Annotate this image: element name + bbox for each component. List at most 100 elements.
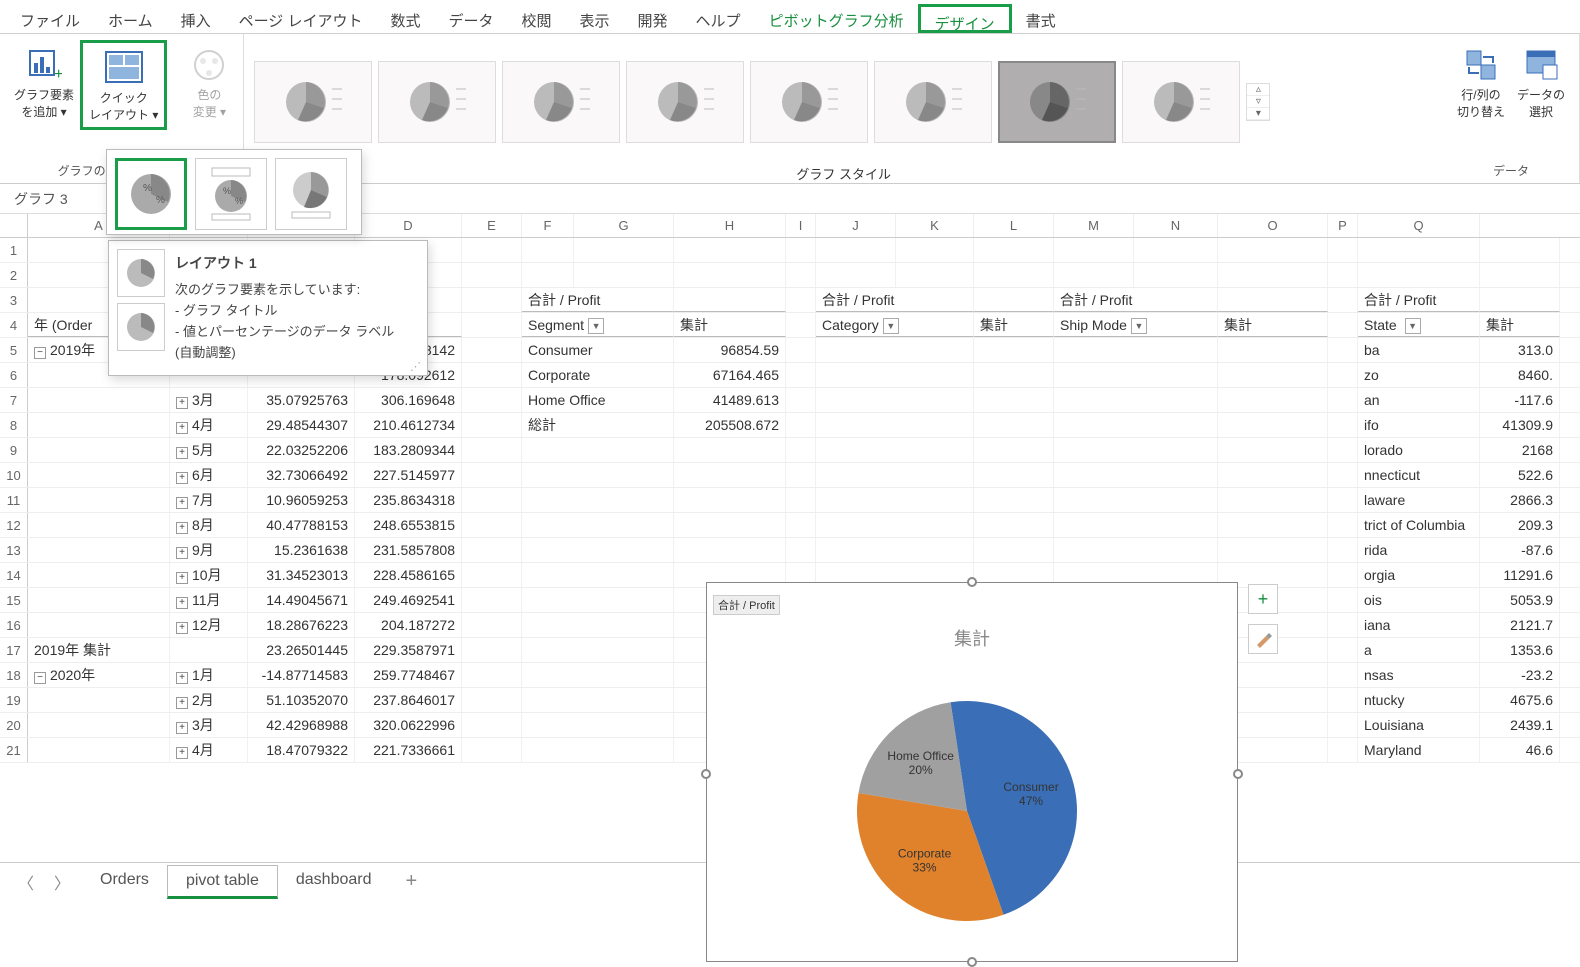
dropdown-icon[interactable]: ▼ — [588, 318, 604, 334]
expand-icon[interactable]: + — [176, 572, 188, 584]
sheet-nav-next[interactable]: 〉 — [46, 870, 78, 894]
chart-style-thumb[interactable] — [626, 61, 744, 143]
ribbon-tab[interactable]: ヘルプ — [682, 4, 755, 33]
chart-style-thumb[interactable] — [998, 61, 1116, 143]
ribbon-tab[interactable]: 数式 — [376, 4, 434, 33]
row-header[interactable]: 3 — [0, 288, 28, 312]
expand-icon[interactable]: + — [176, 547, 188, 559]
row-header[interactable]: 7 — [0, 388, 28, 412]
quick-layout-option-1[interactable]: %% — [115, 158, 187, 230]
pivot-chart[interactable]: 合計 / Profit 集計 Consumer47%Corporate33%Ho… — [706, 582, 1238, 962]
column-header[interactable]: M — [1054, 214, 1134, 237]
sheet-tab[interactable]: dashboard — [278, 865, 390, 899]
ribbon-tab[interactable]: 表示 — [566, 4, 624, 33]
row-header[interactable]: 16 — [0, 613, 28, 637]
expand-icon[interactable]: + — [176, 697, 188, 709]
expand-icon[interactable]: + — [176, 522, 188, 534]
quick-layout-button[interactable]: クイック レイアウト ▾ — [80, 40, 167, 130]
row-header[interactable]: 18 — [0, 663, 28, 687]
sheet-tab[interactable]: Orders — [82, 865, 167, 899]
ribbon-tab[interactable]: ファイル — [6, 4, 94, 33]
row-header[interactable]: 21 — [0, 738, 28, 762]
row-header[interactable]: 20 — [0, 713, 28, 737]
chart-style-thumb[interactable] — [1122, 61, 1240, 143]
ribbon-tab[interactable]: 校閲 — [508, 4, 566, 33]
ribbon-tab[interactable]: 書式 — [1012, 4, 1070, 33]
switch-row-col-button[interactable]: 行/列の 切り替え — [1451, 40, 1511, 124]
row-header[interactable]: 4 — [0, 313, 28, 337]
column-header[interactable]: P — [1328, 214, 1358, 237]
quick-layout-tooltip: レイアウト 1 次のグラフ要素を示しています: - グラフ タイトル - 値とパ… — [108, 240, 428, 376]
expand-icon[interactable]: + — [176, 722, 188, 734]
row-header[interactable]: 10 — [0, 463, 28, 487]
column-header[interactable]: L — [974, 214, 1054, 237]
ribbon-group-styles-label: グラフ スタイル — [244, 164, 1443, 183]
row-header[interactable]: 12 — [0, 513, 28, 537]
column-header[interactable]: O — [1218, 214, 1328, 237]
svg-text:Corporate: Corporate — [898, 847, 952, 861]
column-header[interactable]: N — [1134, 214, 1218, 237]
expand-icon[interactable]: + — [176, 672, 188, 684]
chart-style-thumb[interactable] — [750, 61, 868, 143]
row-header[interactable]: 8 — [0, 413, 28, 437]
sheet-nav-prev[interactable]: 〈 — [10, 870, 42, 894]
column-header[interactable]: D — [355, 214, 462, 237]
change-colors-button[interactable]: 色の 変更 ▾ — [183, 40, 235, 124]
expand-icon[interactable]: + — [176, 422, 188, 434]
quick-layout-option-2[interactable]: %% — [195, 158, 267, 230]
ribbon-tab[interactable]: ページ レイアウト — [225, 4, 377, 33]
dropdown-icon[interactable]: ▼ — [883, 318, 899, 334]
row-header[interactable]: 2 — [0, 263, 28, 287]
row-header[interactable]: 13 — [0, 538, 28, 562]
add-chart-element-button[interactable]: + グラフ要素 を追加 ▾ — [8, 40, 80, 130]
chart-styles-gallery[interactable]: ▵▿▾ — [244, 34, 1443, 164]
column-header[interactable]: K — [896, 214, 974, 237]
column-header[interactable]: Q — [1358, 214, 1480, 237]
row-header[interactable]: 19 — [0, 688, 28, 712]
add-sheet-button[interactable]: + — [394, 870, 430, 893]
expand-icon[interactable]: + — [176, 622, 188, 634]
row-header[interactable]: 5 — [0, 338, 28, 362]
chart-style-thumb[interactable] — [502, 61, 620, 143]
expand-icon[interactable]: + — [176, 397, 188, 409]
quick-layout-option-3[interactable] — [275, 158, 347, 230]
select-data-button[interactable]: データの 選択 — [1511, 40, 1571, 124]
row-header[interactable]: 9 — [0, 438, 28, 462]
expand-icon[interactable]: + — [176, 747, 188, 759]
ribbon-tab[interactable]: デザイン — [918, 4, 1012, 33]
expand-icon[interactable]: + — [176, 472, 188, 484]
ribbon-tab[interactable]: ホーム — [94, 4, 167, 33]
row-header[interactable]: 6 — [0, 363, 28, 387]
column-header[interactable]: I — [786, 214, 816, 237]
chart-plus-button[interactable]: + — [1248, 584, 1278, 614]
row-header[interactable]: 17 — [0, 638, 28, 662]
chart-style-thumb[interactable] — [378, 61, 496, 143]
chart-brush-button[interactable] — [1248, 624, 1278, 654]
ribbon-tab[interactable]: ピボットグラフ分析 — [755, 4, 918, 33]
row-header[interactable]: 15 — [0, 588, 28, 612]
column-header[interactable]: E — [462, 214, 522, 237]
column-header[interactable]: H — [674, 214, 786, 237]
chart-style-thumb[interactable] — [874, 61, 992, 143]
ribbon-tab[interactable]: 開発 — [624, 4, 682, 33]
expand-icon[interactable]: − — [34, 347, 46, 359]
row-header[interactable]: 11 — [0, 488, 28, 512]
dropdown-icon[interactable]: ▼ — [1131, 318, 1147, 334]
chart-style-thumb[interactable] — [254, 61, 372, 143]
expand-icon[interactable]: − — [34, 672, 46, 684]
ribbon-tab[interactable]: データ — [434, 4, 507, 33]
column-header[interactable]: G — [574, 214, 674, 237]
dropdown-icon[interactable]: ▼ — [1405, 318, 1421, 334]
expand-icon[interactable]: + — [176, 597, 188, 609]
column-header[interactable]: J — [816, 214, 896, 237]
row-header[interactable]: 1 — [0, 238, 28, 262]
name-box[interactable]: グラフ 3 — [14, 189, 104, 209]
chart-field-tag[interactable]: 合計 / Profit — [713, 595, 780, 615]
chart-title[interactable]: 集計 — [707, 625, 1237, 651]
expand-icon[interactable]: + — [176, 447, 188, 459]
sheet-tab[interactable]: pivot table — [167, 865, 278, 899]
expand-icon[interactable]: + — [176, 497, 188, 509]
column-header[interactable]: F — [522, 214, 574, 237]
row-header[interactable]: 14 — [0, 563, 28, 587]
ribbon-tab[interactable]: 挿入 — [167, 4, 225, 33]
